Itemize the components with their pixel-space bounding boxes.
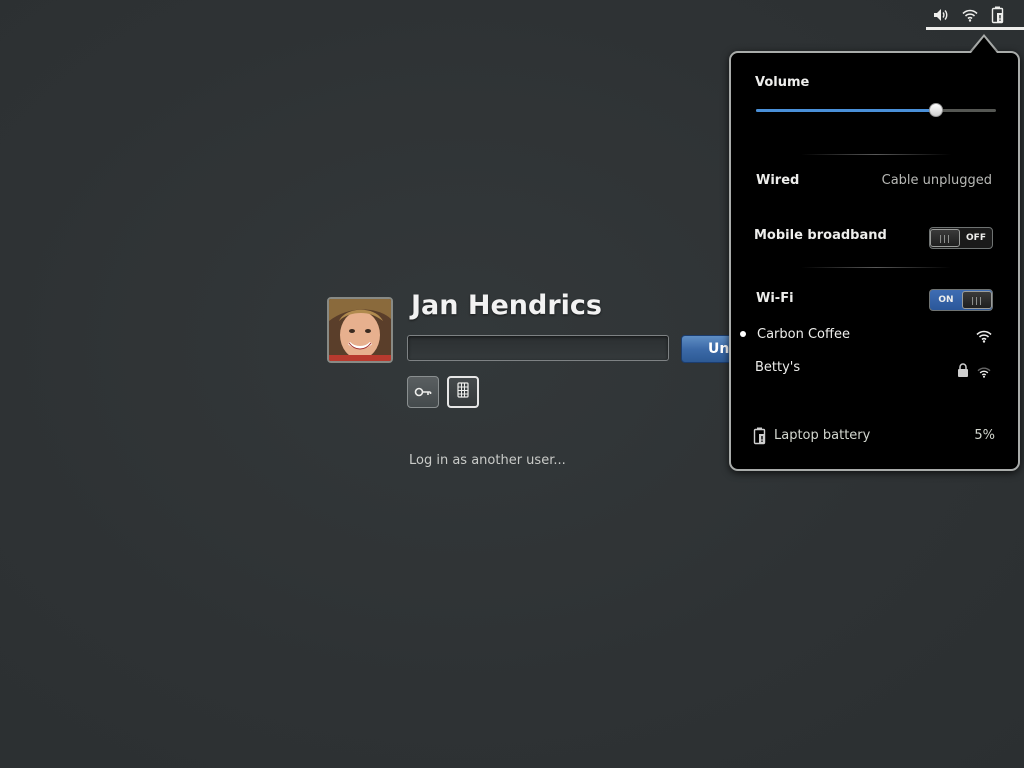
wifi-icon[interactable] bbox=[962, 8, 978, 22]
toggle-knob: ||| bbox=[930, 229, 960, 247]
volume-icon[interactable] bbox=[933, 8, 949, 22]
wifi-signal-icon bbox=[976, 328, 992, 347]
wifi-toggle[interactable]: ON ||| bbox=[929, 289, 993, 311]
volume-slider-fill bbox=[756, 109, 936, 112]
password-auth-button[interactable] bbox=[407, 376, 439, 408]
separator bbox=[801, 154, 951, 155]
mobile-broadband-toggle[interactable]: ||| OFF bbox=[929, 227, 993, 249]
toggle-knob: ||| bbox=[962, 291, 992, 309]
mobile-broadband-label: Mobile broadband bbox=[754, 228, 887, 243]
volume-slider-handle[interactable] bbox=[929, 103, 943, 117]
user-avatar bbox=[327, 297, 393, 363]
status-area-indicator bbox=[926, 27, 1024, 30]
volume-label: Volume bbox=[755, 75, 810, 90]
key-icon bbox=[414, 383, 432, 402]
lock-icon bbox=[957, 362, 969, 381]
battery-icon bbox=[753, 427, 767, 449]
toggle-state-label: ON bbox=[938, 295, 954, 305]
login-as-another-user-link[interactable]: Log in as another user... bbox=[409, 453, 566, 468]
password-input[interactable] bbox=[407, 335, 669, 361]
separator bbox=[801, 267, 951, 268]
smartcard-icon bbox=[457, 382, 469, 402]
lock-screen: Jan Hendrics Unlock Log in as another us… bbox=[0, 0, 1024, 768]
smartcard-auth-button[interactable] bbox=[447, 376, 479, 408]
battery-icon[interactable] bbox=[991, 6, 1005, 24]
system-menu-popup: Volume Wired Cable unplugged Mobile broa… bbox=[729, 51, 1020, 471]
wifi-network-bettys[interactable]: Betty's bbox=[755, 360, 800, 375]
battery-percent: 5% bbox=[974, 428, 995, 443]
laptop-battery-label[interactable]: Laptop battery bbox=[774, 428, 870, 443]
connected-indicator bbox=[740, 331, 746, 337]
volume-slider[interactable] bbox=[756, 103, 996, 117]
wifi-network-carbon-coffee[interactable]: Carbon Coffee bbox=[757, 327, 850, 342]
wifi-signal-weak-icon bbox=[977, 363, 991, 382]
popup-arrow-inner bbox=[971, 37, 997, 53]
wired-status: Cable unplugged bbox=[881, 173, 992, 188]
toggle-state-label: OFF bbox=[966, 233, 986, 243]
status-area[interactable] bbox=[926, 4, 1012, 26]
user-name: Jan Hendrics bbox=[411, 290, 602, 321]
wifi-label: Wi-Fi bbox=[756, 291, 794, 306]
wired-label[interactable]: Wired bbox=[756, 173, 799, 188]
